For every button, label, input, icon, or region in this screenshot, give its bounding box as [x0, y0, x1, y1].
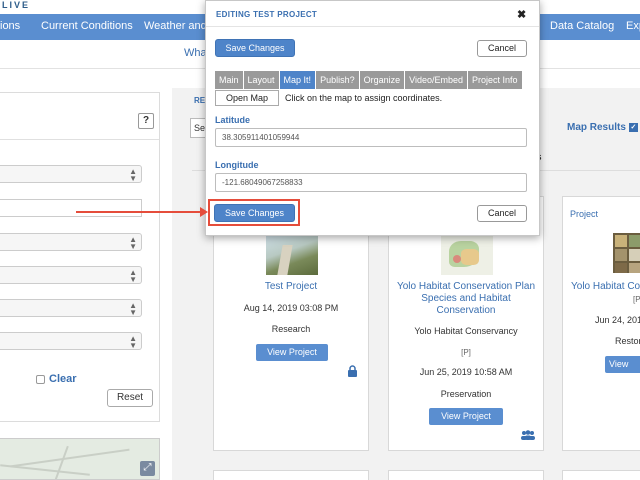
- select-arrows-icon: ▲ ▼: [129, 268, 137, 284]
- select-arrows-icon: ▲ ▼: [129, 334, 137, 350]
- cancel-button[interactable]: Cancel: [477, 205, 527, 222]
- thumb-region: [453, 255, 461, 263]
- project-badge: [P]: [461, 348, 471, 357]
- thumb-tile: [615, 235, 627, 247]
- expand-icon[interactable]: ⤢: [140, 461, 155, 476]
- nav-item-partial[interactable]: ions: [0, 20, 20, 32]
- select-arrows-icon: ▲ ▼: [129, 235, 137, 251]
- map-road: [53, 445, 69, 479]
- logo-text: LIVE: [2, 0, 31, 10]
- annotation-arrow: [76, 211, 202, 213]
- project-card: [388, 470, 544, 480]
- project-card: Project Yolo Habitat Co [P Jun 24, 201 R…: [562, 196, 640, 451]
- project-category: Restor: [615, 336, 640, 346]
- map-results-checkbox[interactable]: ✓: [628, 123, 638, 132]
- filter-sidebar: ? ▲ ▼ ▲ ▼ ▲ ▼ ▲ ▼ ▲ ▼ Clear Reset: [0, 92, 160, 422]
- clear-link[interactable]: Clear: [49, 373, 77, 385]
- tab-publish[interactable]: Publish?: [316, 71, 360, 89]
- map-road: [10, 448, 130, 468]
- project-organization: Yolo Habitat Conservancy: [414, 326, 518, 336]
- project-date: Jun 25, 2019 10:58 AM: [419, 367, 513, 377]
- view-project-button[interactable]: View Project: [256, 344, 328, 361]
- filter-select-5[interactable]: ▲ ▼: [0, 332, 142, 350]
- clear-checkbox[interactable]: [36, 374, 45, 384]
- project-thumbnail[interactable]: [613, 233, 640, 273]
- filter-select-2[interactable]: ▲ ▼: [0, 233, 142, 251]
- latitude-input[interactable]: 38.305911401059944: [215, 128, 527, 147]
- nav-item-explore[interactable]: Exp: [626, 20, 640, 32]
- longitude-label: Longitude: [215, 160, 259, 170]
- thumb-tile: [629, 263, 640, 273]
- project-badge: [P: [633, 295, 640, 304]
- thumb-region: [461, 249, 479, 265]
- cancel-button-top[interactable]: Cancel: [477, 40, 527, 57]
- view-project-button[interactable]: View: [605, 356, 640, 373]
- thumb-tile: [629, 249, 640, 261]
- filter-text-input[interactable]: [0, 199, 142, 217]
- project-date: Jun 24, 201: [595, 315, 640, 325]
- project-thumbnail[interactable]: [266, 235, 318, 275]
- project-date: Aug 14, 2019 03:08 PM: [243, 303, 339, 313]
- sidebar-map[interactable]: ⤢: [0, 438, 160, 480]
- project-title-link[interactable]: Test Project: [214, 281, 368, 293]
- view-project-button[interactable]: View Project: [429, 408, 503, 425]
- lock-icon: [347, 365, 358, 380]
- help-button[interactable]: ?: [138, 113, 154, 129]
- modal-divider: [206, 26, 539, 27]
- tab-video-embed[interactable]: Video/Embed: [405, 71, 468, 89]
- map-results-label: Map Results: [567, 122, 626, 133]
- filter-select-1[interactable]: ▲ ▼: [0, 165, 142, 183]
- project-title-link[interactable]: Yolo Habitat Conservation Plan: [389, 281, 543, 293]
- sidebar-divider: [0, 139, 159, 140]
- save-changes-button-top[interactable]: Save Changes: [215, 39, 295, 57]
- select-arrows-icon: ▲ ▼: [129, 301, 137, 317]
- close-icon[interactable]: ✖: [517, 8, 526, 21]
- project-category: Research: [271, 324, 311, 334]
- thumb-tile: [629, 235, 640, 247]
- nav-item-data-catalog[interactable]: Data Catalog: [550, 20, 614, 32]
- tab-main[interactable]: Main: [215, 71, 244, 89]
- project-card: [562, 470, 640, 480]
- filter-select-4[interactable]: ▲ ▼: [0, 299, 142, 317]
- annotation-arrow-head: [200, 207, 208, 217]
- clear-control: Clear: [36, 373, 77, 385]
- users-icon: [520, 430, 536, 443]
- project-card: [213, 470, 369, 480]
- project-tag: Project: [570, 209, 599, 219]
- modal-title: EDITING TEST PROJECT: [216, 10, 318, 19]
- thumb-path: [277, 245, 293, 275]
- project-title-link[interactable]: Species and Habitat: [389, 293, 543, 305]
- project-thumbnail[interactable]: [441, 235, 493, 275]
- map-road: [0, 464, 90, 476]
- open-map-button[interactable]: Open Map: [215, 90, 279, 106]
- project-title-link[interactable]: Conservation: [389, 305, 543, 317]
- modal-tabs: Main Layout Map It! Publish? Organize Vi…: [215, 71, 523, 89]
- filter-select-3[interactable]: ▲ ▼: [0, 266, 142, 284]
- tab-organize[interactable]: Organize: [359, 71, 406, 89]
- thumb-tile: [615, 263, 627, 273]
- nav-item-current-conditions[interactable]: Current Conditions: [41, 20, 133, 32]
- project-category: Preservation: [440, 389, 492, 399]
- thumb-tile: [615, 249, 627, 261]
- save-highlight-box: [208, 199, 300, 226]
- latitude-label: Latitude: [215, 115, 250, 125]
- tab-layout[interactable]: Layout: [243, 71, 280, 89]
- longitude-input[interactable]: -121.68049067258833: [215, 173, 527, 192]
- map-results-toggle[interactable]: Map Results ✓: [567, 122, 638, 133]
- results-label: RE: [194, 96, 206, 105]
- project-title-link[interactable]: Yolo Habitat Co: [571, 281, 640, 293]
- reset-button[interactable]: Reset: [107, 389, 153, 407]
- tab-project-info[interactable]: Project Info: [468, 71, 523, 89]
- select-arrows-icon: ▲ ▼: [129, 167, 137, 183]
- map-hint-text: Click on the map to assign coordinates.: [285, 93, 443, 103]
- tab-map-it[interactable]: Map It!: [279, 71, 317, 89]
